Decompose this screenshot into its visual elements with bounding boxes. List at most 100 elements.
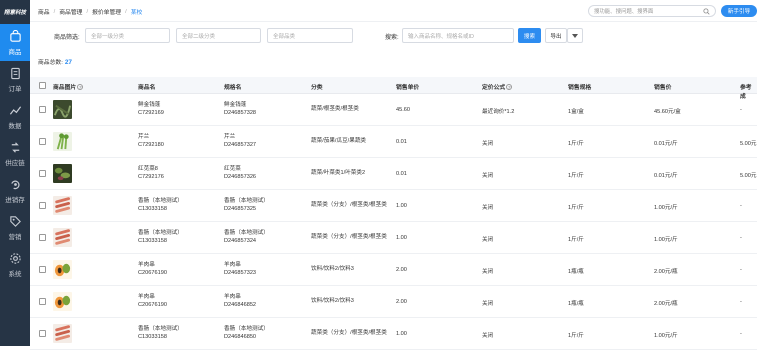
help-icon[interactable]: ? <box>506 84 513 91</box>
sidebar-item-0[interactable]: 商品 <box>0 24 30 61</box>
row-checkbox[interactable] <box>39 202 46 209</box>
search-button[interactable]: 搜索 <box>518 28 541 43</box>
product-name: 鲜金钱蓬 <box>138 102 161 108</box>
sidebar-item-1[interactable]: 订单 <box>0 61 30 98</box>
table-row[interactable]: 香肠（本地测试） C13033158 香肠（本地测试） D246857325 蔬菜类（分… <box>30 190 757 222</box>
unit-price-cell: 1.00 <box>396 203 407 209</box>
col-formula-label: 定价公式 <box>482 85 506 91</box>
product-name-cell: 鲜金钱蓬 C7292169 <box>138 102 164 117</box>
category-cell: 饮料/饮料2/饮料3 <box>311 298 354 304</box>
row-checkbox[interactable] <box>39 170 46 177</box>
sidebar-item-2[interactable]: 数据 <box>0 98 30 135</box>
product-name: 香肠（本地测试） <box>138 230 183 236</box>
sale-spec-cell: 1瓶/瓶 <box>568 301 584 307</box>
sidebar-item-label: 营销 <box>8 233 22 241</box>
sidebar-item-3[interactable]: 供应链 <box>0 135 30 172</box>
product-name-cell: 香肠（本地测试） C13033158 <box>138 326 183 341</box>
row-checkbox[interactable] <box>39 330 46 337</box>
global-search-input[interactable]: 搜功能、搜问题、搜界面 <box>588 5 716 17</box>
sale-price-cell: 2.00元/瓶 <box>654 301 678 307</box>
table-row[interactable]: 香肠（本地测试） C13033158 香肠（本地测试） D246857324 蔬菜类（分… <box>30 222 757 254</box>
category-cell: 蔬菜/叶菜类1/叶菜类2 <box>311 170 366 176</box>
spec-cell: 鲜金钱蓬 D246857328 <box>224 102 256 117</box>
product-image <box>53 324 72 343</box>
chart-icon <box>9 105 21 115</box>
search-label: 搜索: <box>385 35 399 41</box>
row-checkbox[interactable] <box>39 234 46 241</box>
category-cell: 饮料/饮料2/饮料3 <box>311 266 354 272</box>
search-icon[interactable] <box>703 8 710 15</box>
ref-cost-cell: - <box>740 203 742 209</box>
row-checkbox[interactable] <box>39 298 46 305</box>
col-category: 分类 <box>311 85 323 91</box>
sidebar-item-label: 数据 <box>8 122 22 130</box>
ref-cost-cell: - <box>740 267 742 273</box>
sidebar-item-4[interactable]: 进销存 <box>0 172 30 209</box>
table-row[interactable]: 芹兰 C7292180 芹兰 D246857327 蔬菜/茄果/瓜豆/果蔬类 0.01 关闭… <box>30 126 757 158</box>
breadcrumb-item[interactable]: 商品 <box>38 7 50 16</box>
topbar: 商品 / 商品管理 / 报价单管理 / 某校 搜功能、搜问题、搜界面 新手引导 <box>30 0 757 22</box>
help-icon[interactable]: ? <box>77 84 84 91</box>
brand-select[interactable]: 全部品类 <box>267 28 353 43</box>
table-row[interactable]: 香肠（本地测试） C13033158 香肠（本地测试） D246846850 蔬菜类（分… <box>30 318 757 350</box>
product-search-input[interactable]: 输入商品名称、规格名或ID <box>402 28 514 43</box>
col-unit-price: 销售单价 <box>396 85 420 91</box>
spec-cell: 香肠（本地测试） D246857324 <box>224 230 269 245</box>
beginner-guide-button[interactable]: 新手引导 <box>721 5 757 17</box>
sale-price-cell: 0.01元/斤 <box>654 141 678 147</box>
product-code: C20676190 <box>138 301 167 308</box>
total-count: 27 <box>64 59 73 66</box>
col-formula: 定价公式? <box>482 82 513 91</box>
spec-name: 香肠（本地测试） <box>224 230 269 236</box>
table-row[interactable]: 羊肉串 C20676190 羊肉串 D246846852 饮料/饮料2/饮料3 2.00 关… <box>30 286 757 318</box>
product-image <box>53 132 72 151</box>
formula-cell: 关闭 <box>482 269 494 275</box>
sale-price-cell: 1.00元/斤 <box>654 333 678 339</box>
global-search-placeholder: 搜功能、搜问题、搜界面 <box>594 9 654 15</box>
product-name: 芹兰 <box>138 134 150 140</box>
category-cell: 蔬菜类（分支）/根茎类/根茎类 <box>311 330 387 336</box>
sale-spec-cell: 1斤/斤 <box>568 237 584 243</box>
col-sale-spec: 销售规格 <box>568 85 592 91</box>
row-checkbox[interactable] <box>39 106 46 113</box>
sale-spec-cell: 1斤/斤 <box>568 205 584 211</box>
select-all-checkbox[interactable] <box>39 82 46 89</box>
col-image: 商品图片? <box>53 82 84 91</box>
sidebar-item-label: 供应链 <box>5 159 25 167</box>
row-checkbox[interactable] <box>39 266 46 273</box>
product-code: C7292180 <box>138 141 164 148</box>
product-code: C7292169 <box>138 109 164 116</box>
row-checkbox[interactable] <box>39 138 46 145</box>
breadcrumb-item[interactable]: 商品管理 <box>59 7 82 16</box>
sidebar-item-6[interactable]: 系统 <box>0 246 30 283</box>
table-row[interactable]: 羊肉串 C20676190 羊肉串 D246857323 饮料/饮料2/饮料3 2.00 关… <box>30 254 757 286</box>
spec-name: 香肠（本地测试） <box>224 326 269 332</box>
category-cell: 蔬菜/茄果/瓜豆/果蔬类 <box>311 138 367 144</box>
product-name-cell: 香肠（本地测试） C13033158 <box>138 230 183 245</box>
spec-cell: 香肠（本地测试） D246857325 <box>224 198 269 213</box>
category-cell: 蔬菜/根茎类/根茎类 <box>311 106 359 112</box>
table-row[interactable]: 鲜金钱蓬 C7292169 鲜金钱蓬 D246857328 蔬菜/根茎类/根茎类 45.6… <box>30 94 757 126</box>
product-name-cell: 红苋菜8 C7292176 <box>138 166 164 181</box>
sale-price-cell: 2.00元/瓶 <box>654 269 678 275</box>
product-code: C13033158 <box>138 205 167 212</box>
breadcrumb-item[interactable]: 报价单管理 <box>92 7 121 16</box>
product-name-cell: 香肠（本地测试） C13033158 <box>138 198 183 213</box>
export-dropdown-button[interactable] <box>567 28 583 43</box>
breadcrumb: 商品 / 商品管理 / 报价单管理 / 某校 <box>38 7 142 17</box>
sidebar-item-5[interactable]: 营销 <box>0 209 30 246</box>
spec-code: D246857328 <box>224 109 257 116</box>
unit-price-cell: 0.01 <box>396 139 407 145</box>
product-image <box>53 228 72 247</box>
spec-code: D246857326 <box>224 173 257 180</box>
sale-spec-cell: 1斤/斤 <box>568 333 584 339</box>
export-button[interactable]: 导出 <box>545 28 567 43</box>
table-row[interactable]: 红苋菜8 C7292176 红苋菜 D246857326 蔬菜/叶菜类1/叶菜类2 0.0… <box>30 158 757 190</box>
level1-category-select[interactable]: 全部一级分类 <box>85 28 170 43</box>
spec-name: 芹兰 <box>224 134 236 140</box>
filter-bar: 商品筛选: 全部一级分类 全部二级分类 全部品类 搜索: 输入商品名称、规格名或… <box>30 22 757 52</box>
product-code: C7292176 <box>138 173 164 180</box>
product-total: 商品总数: 27 <box>38 57 72 66</box>
product-code: C13033158 <box>138 237 167 244</box>
level2-category-select[interactable]: 全部二级分类 <box>176 28 261 43</box>
